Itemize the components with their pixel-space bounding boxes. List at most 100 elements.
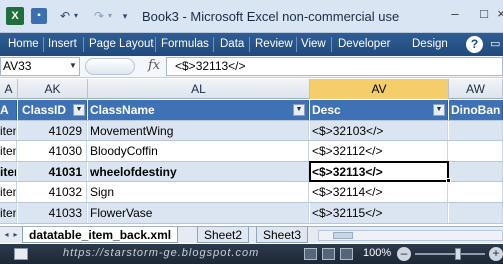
formula-bar: AV33 ▼ fx <$>32113</> [0,56,503,78]
filter-dropdown-icon[interactable]: ▼ [293,104,305,116]
tab-separator [83,37,84,52]
sheet-tab-sheet2[interactable]: Sheet2 [197,227,250,243]
cell-a[interactable]: item [0,182,17,202]
zoom-in-icon[interactable]: + [489,247,503,261]
sheet-tab-sheet3[interactable]: Sheet3 [256,227,309,243]
close-button[interactable]: × [497,4,503,24]
header-cell-a[interactable]: A [0,100,17,120]
cell-classid[interactable]: 41033 [18,203,87,223]
tab-separator [43,37,44,52]
table-row-selected: item 41031 wheelofdestiny <$>32113</> [0,161,503,183]
column-header-aw[interactable]: AW [449,79,503,99]
window-title: Book3 - Microsoft Excel non-commercial u… [142,9,400,24]
tab-separator [213,37,214,52]
save-icon[interactable]: ▪ [31,8,47,24]
cell-a[interactable]: item [0,203,17,223]
cell-desc[interactable]: <$>32115</> [310,203,448,223]
macro-record-icon[interactable] [14,248,28,260]
cell-desc[interactable]: <$>32112</> [310,141,448,161]
status-bar: https://starstorm-ge.blogspot.com 100% –… [0,244,503,264]
tab-review[interactable]: Review [255,33,293,56]
table-row: item 41029 MovementWing <$>32103</> [0,120,503,142]
cell-dinoban[interactable] [449,203,503,223]
header-label: ClassID [22,103,67,117]
zoom-slider-thumb[interactable] [455,248,461,260]
cell-classid[interactable]: 41030 [18,141,87,161]
cell-desc[interactable]: <$>32114</> [310,182,448,202]
tab-separator [331,37,332,52]
zoom-level[interactable]: 100% [363,247,391,259]
page-layout-view-icon[interactable] [322,248,335,260]
tab-design[interactable]: Design [412,33,448,56]
header-cell-dinoban[interactable]: DinoBan [449,100,503,120]
column-header-av[interactable]: AV [310,79,449,99]
cell-classid[interactable]: 41032 [18,182,87,202]
redo-icon[interactable]: ↷ [91,8,107,24]
ribbon-minimize-icon[interactable]: ▭ [490,33,500,56]
formula-bar-resize-handle[interactable] [85,58,135,75]
cell-classname[interactable]: FlowerVase [88,203,309,223]
name-box[interactable]: AV33 [0,57,80,76]
cell-dinoban[interactable] [449,182,503,202]
cell-a[interactable]: item [0,141,17,161]
first-sheet-icon[interactable]: ◂ [2,228,11,242]
minimize-button[interactable]: – [441,4,469,24]
horizontal-scrollbar[interactable] [318,230,503,241]
filter-dropdown-icon[interactable]: ▼ [73,104,85,116]
header-label: ClassName [90,103,155,117]
column-headers: A AK AL AV AW [0,79,503,99]
fill-handle[interactable] [446,178,451,183]
excel-icon[interactable]: X [6,7,24,25]
table-row: item 41032 Sign <$>32114</> [0,182,503,203]
maximize-button[interactable]: □ [470,4,498,24]
tab-view[interactable]: View [301,33,326,56]
undo-icon[interactable]: ↶ [57,8,73,24]
next-sheet-icon[interactable]: ▸ [11,228,20,242]
tab-developer[interactable]: Developer [338,33,390,56]
redo-dropdown-icon[interactable]: ▾ [106,8,114,24]
tab-insert[interactable]: Insert [48,33,77,56]
title-bar: X ▪ ↶ ▾ ↷ ▾ ▾ Book3 - Microsoft Excel no… [0,0,503,33]
header-label: Desc [312,103,341,117]
insert-function-icon[interactable]: fx [148,58,160,73]
column-header-a[interactable]: A [0,79,18,99]
column-header-ak[interactable]: AK [18,79,88,99]
watermark-text: https://starstorm-ge.blogspot.com [63,247,260,259]
column-header-al[interactable]: AL [88,79,310,99]
cell-dinoban[interactable] [449,161,503,182]
customize-qat-icon[interactable]: ▾ [120,8,130,24]
cell-classname[interactable]: Sign [88,182,309,202]
cell-classname[interactable]: wheelofdestiny [88,161,309,182]
zoom-slider[interactable] [415,253,485,255]
active-cell-desc[interactable]: <$>32113</> [310,161,448,182]
tab-formulas[interactable]: Formulas [161,33,209,56]
normal-view-icon[interactable] [304,248,317,260]
scrollbar-thumb[interactable] [333,232,353,239]
cell-a[interactable]: item [0,161,17,182]
header-cell-desc[interactable]: Desc ▼ [310,100,448,120]
cell-desc[interactable]: <$>32103</> [310,120,448,141]
table-row: item 41033 FlowerVase <$>32115</> [0,203,503,224]
tab-separator [249,37,250,52]
cell-dinoban[interactable] [449,120,503,141]
chevron-down-icon[interactable]: ▼ [69,61,77,70]
sheet-tab-datatable-item-back[interactable]: datatable_item_back.xml [22,227,179,243]
tab-separator [296,37,297,52]
tab-data[interactable]: Data [220,33,244,56]
filter-dropdown-icon[interactable]: ▼ [433,104,445,116]
header-cell-classname[interactable]: ClassName ▼ [88,100,309,120]
cell-dinoban[interactable] [449,141,503,161]
cell-a[interactable]: item [0,120,17,141]
cell-classid[interactable]: 41031 [18,161,87,182]
header-cell-classid[interactable]: ClassID ▼ [18,100,87,120]
cell-classname[interactable]: MovementWing [88,120,309,141]
page-break-view-icon[interactable] [340,248,353,260]
undo-dropdown-icon[interactable]: ▾ [72,8,80,24]
cell-classname[interactable]: BloodyCoffin [88,141,309,161]
tab-home[interactable]: Home [8,33,39,56]
help-icon[interactable]: ? [466,36,483,53]
cell-classid[interactable]: 41029 [18,120,87,141]
tab-page-layout[interactable]: Page Layout [89,33,154,56]
zoom-out-icon[interactable]: – [397,247,411,261]
formula-input[interactable]: <$>32113</> [166,57,503,76]
